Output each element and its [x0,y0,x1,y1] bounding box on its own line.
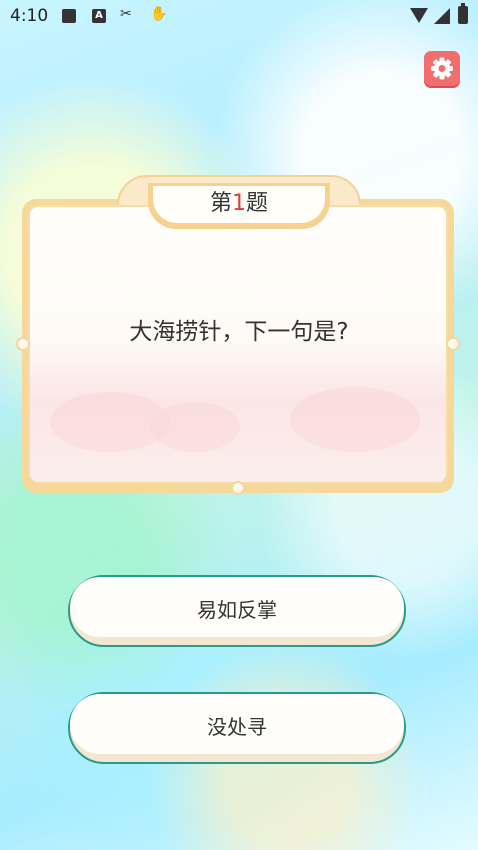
question-number: 第1题 [153,186,325,223]
status-bar: 4:10 A ✂ ✋ [0,0,478,32]
signal-icon [434,8,450,24]
cloud-decoration [290,387,420,452]
title-prefix: 第 [209,191,232,216]
tools-icon: ✂ [120,6,132,22]
question-title-banner: 第1题 [148,183,330,229]
wifi-icon [410,8,428,23]
answer-option-2[interactable]: 没处寻 [68,692,406,764]
cloud-decoration [150,402,240,452]
answer-label: 没处寻 [70,694,404,754]
title-suffix: 题 [246,191,269,216]
image-icon [62,9,76,23]
hand-icon: ✋ [150,6,168,22]
card-bottom-dot [231,481,245,495]
settings-button[interactable] [424,51,460,86]
status-time: 4:10 [10,6,49,26]
a-icon: A [92,9,106,23]
answer-option-1[interactable]: 易如反掌 [68,575,406,647]
question-card [16,175,460,495]
gear-icon [431,57,453,80]
battery-icon [458,3,468,24]
answer-label: 易如反掌 [70,577,404,637]
question-text: 大海捞针，下一句是? [129,319,349,345]
title-number: 1 [232,191,246,216]
